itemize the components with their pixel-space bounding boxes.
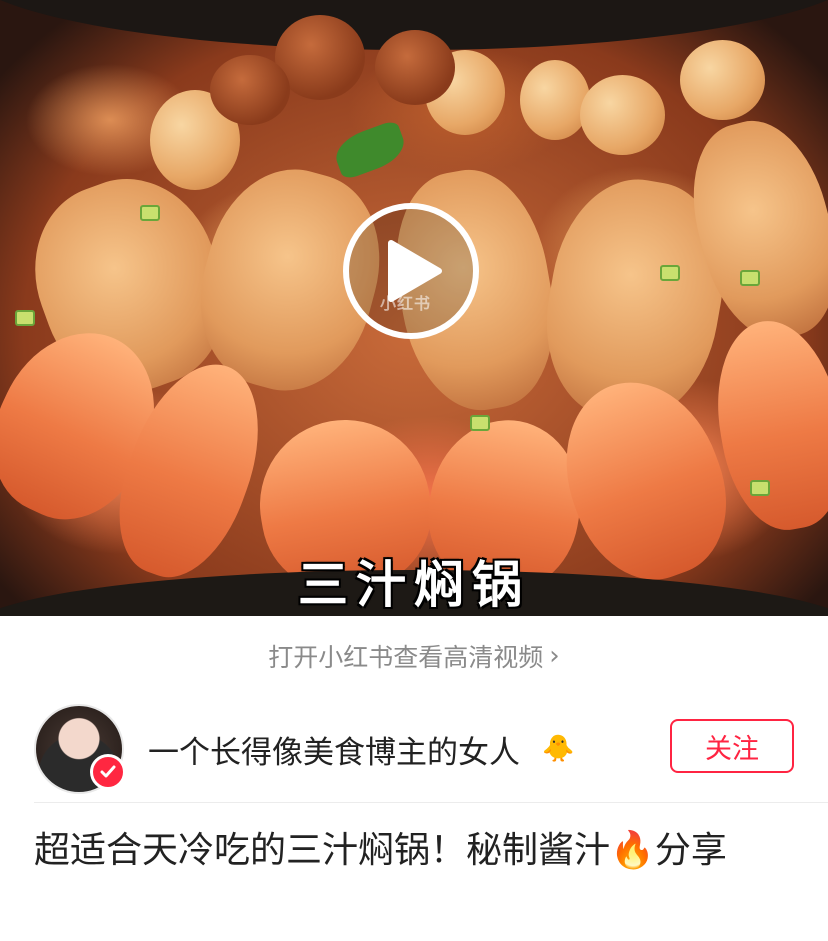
meatball: [210, 55, 290, 125]
author-emoji: 🐥: [542, 734, 575, 764]
quail-egg: [580, 75, 665, 155]
video-watermark: 小红书: [380, 294, 432, 313]
scallion-piece: [15, 310, 35, 326]
scallion-piece: [470, 415, 490, 431]
play-button[interactable]: [343, 203, 479, 339]
author-row: 一个长得像美食博主的女人 🐥 关注: [0, 696, 828, 802]
meatball: [375, 30, 455, 105]
open-app-label: 打开小红书查看高清视频: [268, 643, 544, 672]
chevron-right-icon: ›: [549, 641, 560, 671]
post-title: 超适合天冷吃的三汁焖锅！秘制酱汁🔥分享: [34, 830, 727, 871]
scallion-piece: [660, 265, 680, 281]
verified-badge-icon: [90, 754, 126, 790]
checkmark-icon: [100, 765, 116, 778]
follow-button[interactable]: 关注: [670, 719, 794, 773]
quail-egg: [680, 40, 765, 120]
open-app-link[interactable]: 打开小红书查看高清视频 ›: [0, 616, 828, 696]
avatar[interactable]: [34, 704, 126, 794]
scallion-piece: [140, 205, 160, 221]
quail-egg: [520, 60, 590, 140]
scallion-piece: [750, 480, 770, 496]
cilantro-garnish: [330, 119, 410, 181]
scallion-piece: [740, 270, 760, 286]
video-player[interactable]: 小红书 三汁焖锅: [0, 0, 828, 616]
video-caption: 三汁焖锅: [298, 556, 530, 614]
author-name[interactable]: 一个长得像美食博主的女人: [148, 727, 520, 772]
